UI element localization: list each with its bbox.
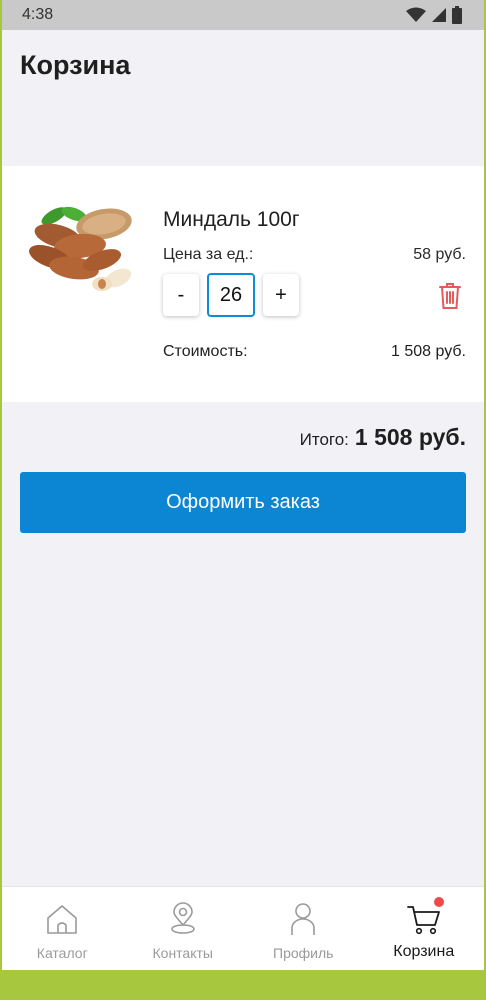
cost-label: Стоимость: bbox=[163, 343, 248, 360]
nav-item-catalog[interactable]: Каталог bbox=[2, 887, 123, 970]
screen: 4:38 Корзина Миндаль 100г Цена за ед.: 5… bbox=[2, 0, 484, 970]
person-icon bbox=[291, 903, 316, 935]
nav-label-catalog: Каталог bbox=[36, 945, 88, 961]
cart-item-card: Миндаль 100г Цена за ед.: 58 руб. - + Ст… bbox=[2, 166, 484, 402]
signal-icon bbox=[432, 8, 446, 22]
trash-icon[interactable] bbox=[438, 282, 462, 310]
unit-price-value: 58 руб. bbox=[413, 246, 466, 263]
quantity-decrease-button[interactable]: - bbox=[163, 274, 199, 316]
order-total: Итого: 1 508 руб. bbox=[300, 424, 466, 451]
quantity-input[interactable] bbox=[207, 273, 255, 317]
total-label: Итого: bbox=[299, 430, 349, 449]
nav-item-profile[interactable]: Профиль bbox=[243, 887, 364, 970]
nav-label-profile: Профиль bbox=[273, 945, 334, 961]
total-value: 1 508 руб. bbox=[354, 424, 466, 450]
status-bar: 4:38 bbox=[2, 0, 484, 30]
wifi-icon bbox=[406, 7, 426, 22]
product-image bbox=[29, 206, 132, 291]
home-icon bbox=[47, 905, 78, 934]
status-icons bbox=[406, 6, 462, 24]
battery-icon bbox=[452, 6, 462, 24]
location-pin-icon bbox=[170, 902, 195, 934]
quantity-increase-button[interactable]: + bbox=[263, 274, 299, 316]
nav-label-contacts: Контакты bbox=[152, 945, 213, 961]
cart-icon-wrapper bbox=[406, 897, 444, 937]
cart-badge bbox=[433, 897, 444, 907]
bottom-nav: Каталог Контакты Профиль Корзина bbox=[2, 886, 484, 970]
nav-item-contacts[interactable]: Контакты bbox=[123, 887, 244, 970]
product-name: Миндаль 100г bbox=[163, 208, 300, 231]
nav-item-cart[interactable]: Корзина bbox=[364, 887, 485, 970]
cost-value: 1 508 руб. bbox=[391, 343, 466, 360]
status-time: 4:38 bbox=[22, 6, 54, 23]
nav-label-cart: Корзина bbox=[393, 943, 455, 960]
checkout-button[interactable]: Оформить заказ bbox=[20, 472, 466, 533]
page-title: Корзина bbox=[20, 50, 131, 80]
unit-price-label: Цена за ед.: bbox=[163, 246, 254, 263]
